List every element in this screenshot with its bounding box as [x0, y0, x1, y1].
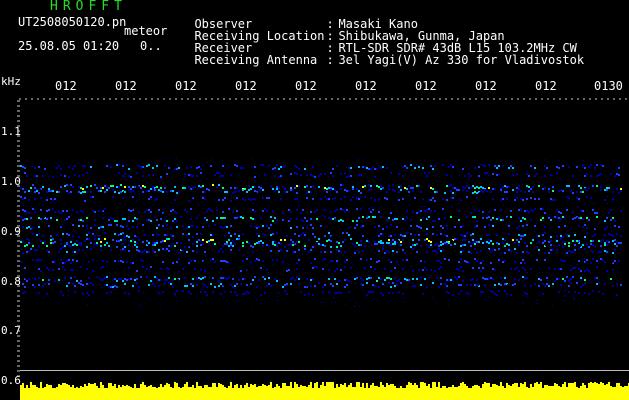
observation-datetime: 25.08.05 01:20: [18, 39, 120, 53]
time-tick-label: 012: [235, 79, 257, 93]
time-tick-label: 012: [295, 79, 317, 93]
time-tick-label: 012: [175, 79, 197, 93]
time-tick-label: 012: [355, 79, 377, 93]
time-tick-label: 012: [55, 79, 77, 93]
axis-ticks: [17, 98, 627, 377]
spectrogram-signal: [20, 158, 622, 308]
time-tick-label: 0130: [594, 79, 623, 93]
time-tick-label: 012: [535, 79, 557, 93]
extra-label: 0..: [140, 39, 162, 53]
meta-antenna: Receiving Antenna:3el Yagi(V) Az 330 for…: [194, 53, 585, 67]
level-separator: [20, 370, 629, 371]
time-tick-label: 012: [415, 79, 437, 93]
file-name: UT2508050120.pn: [18, 15, 127, 29]
time-tick-label: 012: [115, 79, 137, 93]
signal-level-bar: [20, 382, 629, 400]
spectrogram-plot: [17, 98, 629, 400]
mode-label: meteor: [124, 24, 168, 38]
time-tick-label: 012: [475, 79, 497, 93]
app-logo: HROFFT: [50, 0, 127, 14]
antenna-value: 3el Yagi(V) Az 330 for Vladivostok: [338, 53, 585, 67]
frequency-unit-label: kHz: [1, 75, 21, 88]
